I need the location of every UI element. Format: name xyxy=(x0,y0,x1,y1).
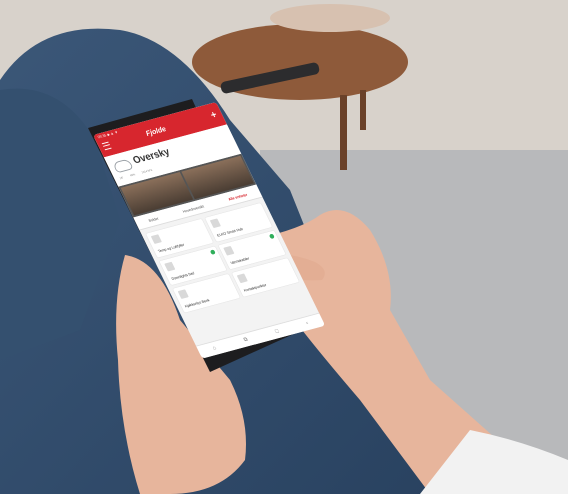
hub-icon xyxy=(209,218,221,229)
device-label: ELKO Smart Hub xyxy=(216,226,244,238)
tab-bolder[interactable]: Bolder xyxy=(148,216,160,223)
tab-all-devices[interactable]: Alle enheter xyxy=(227,192,248,201)
light-icon xyxy=(164,261,176,272)
device-label: Temp og Luftfyller xyxy=(157,242,186,254)
bowl xyxy=(270,4,390,32)
tab-overview[interactable]: Hovedoversikt xyxy=(182,203,205,213)
metric-humidity: 45% xyxy=(129,172,136,178)
sensor-icon xyxy=(150,234,162,244)
grid-icon[interactable]: ⧉ xyxy=(243,337,249,344)
add-icon[interactable]: + xyxy=(209,109,219,121)
table-leg xyxy=(360,90,366,130)
light-icon xyxy=(177,289,189,299)
square-icon[interactable]: □ xyxy=(274,329,279,335)
cloud-icon xyxy=(112,158,134,174)
device-label: Kjøkkenlys Benk xyxy=(183,297,211,309)
device-label: Kontaktpunkter xyxy=(243,282,268,293)
table-leg xyxy=(340,95,347,170)
outlet-icon xyxy=(236,273,248,284)
menu-icon[interactable] xyxy=(101,141,112,151)
metric-pressure: 1014 hPa xyxy=(140,168,153,175)
heating-icon xyxy=(223,245,235,256)
active-indicator xyxy=(268,233,275,240)
active-indicator xyxy=(209,249,216,255)
device-label: Downlights bad xyxy=(170,270,196,281)
device-label: Varmekabler xyxy=(229,255,251,266)
home-icon[interactable]: ⌂ xyxy=(212,345,217,351)
page-title: Oversky xyxy=(131,146,172,167)
photo-scene: 09:35 ◆ ▲ ▼ Fjolde + Oversky 18° 45% 101… xyxy=(0,0,568,494)
metric-temperature: 18° xyxy=(118,175,125,181)
back-icon[interactable]: ‹ xyxy=(305,321,309,327)
